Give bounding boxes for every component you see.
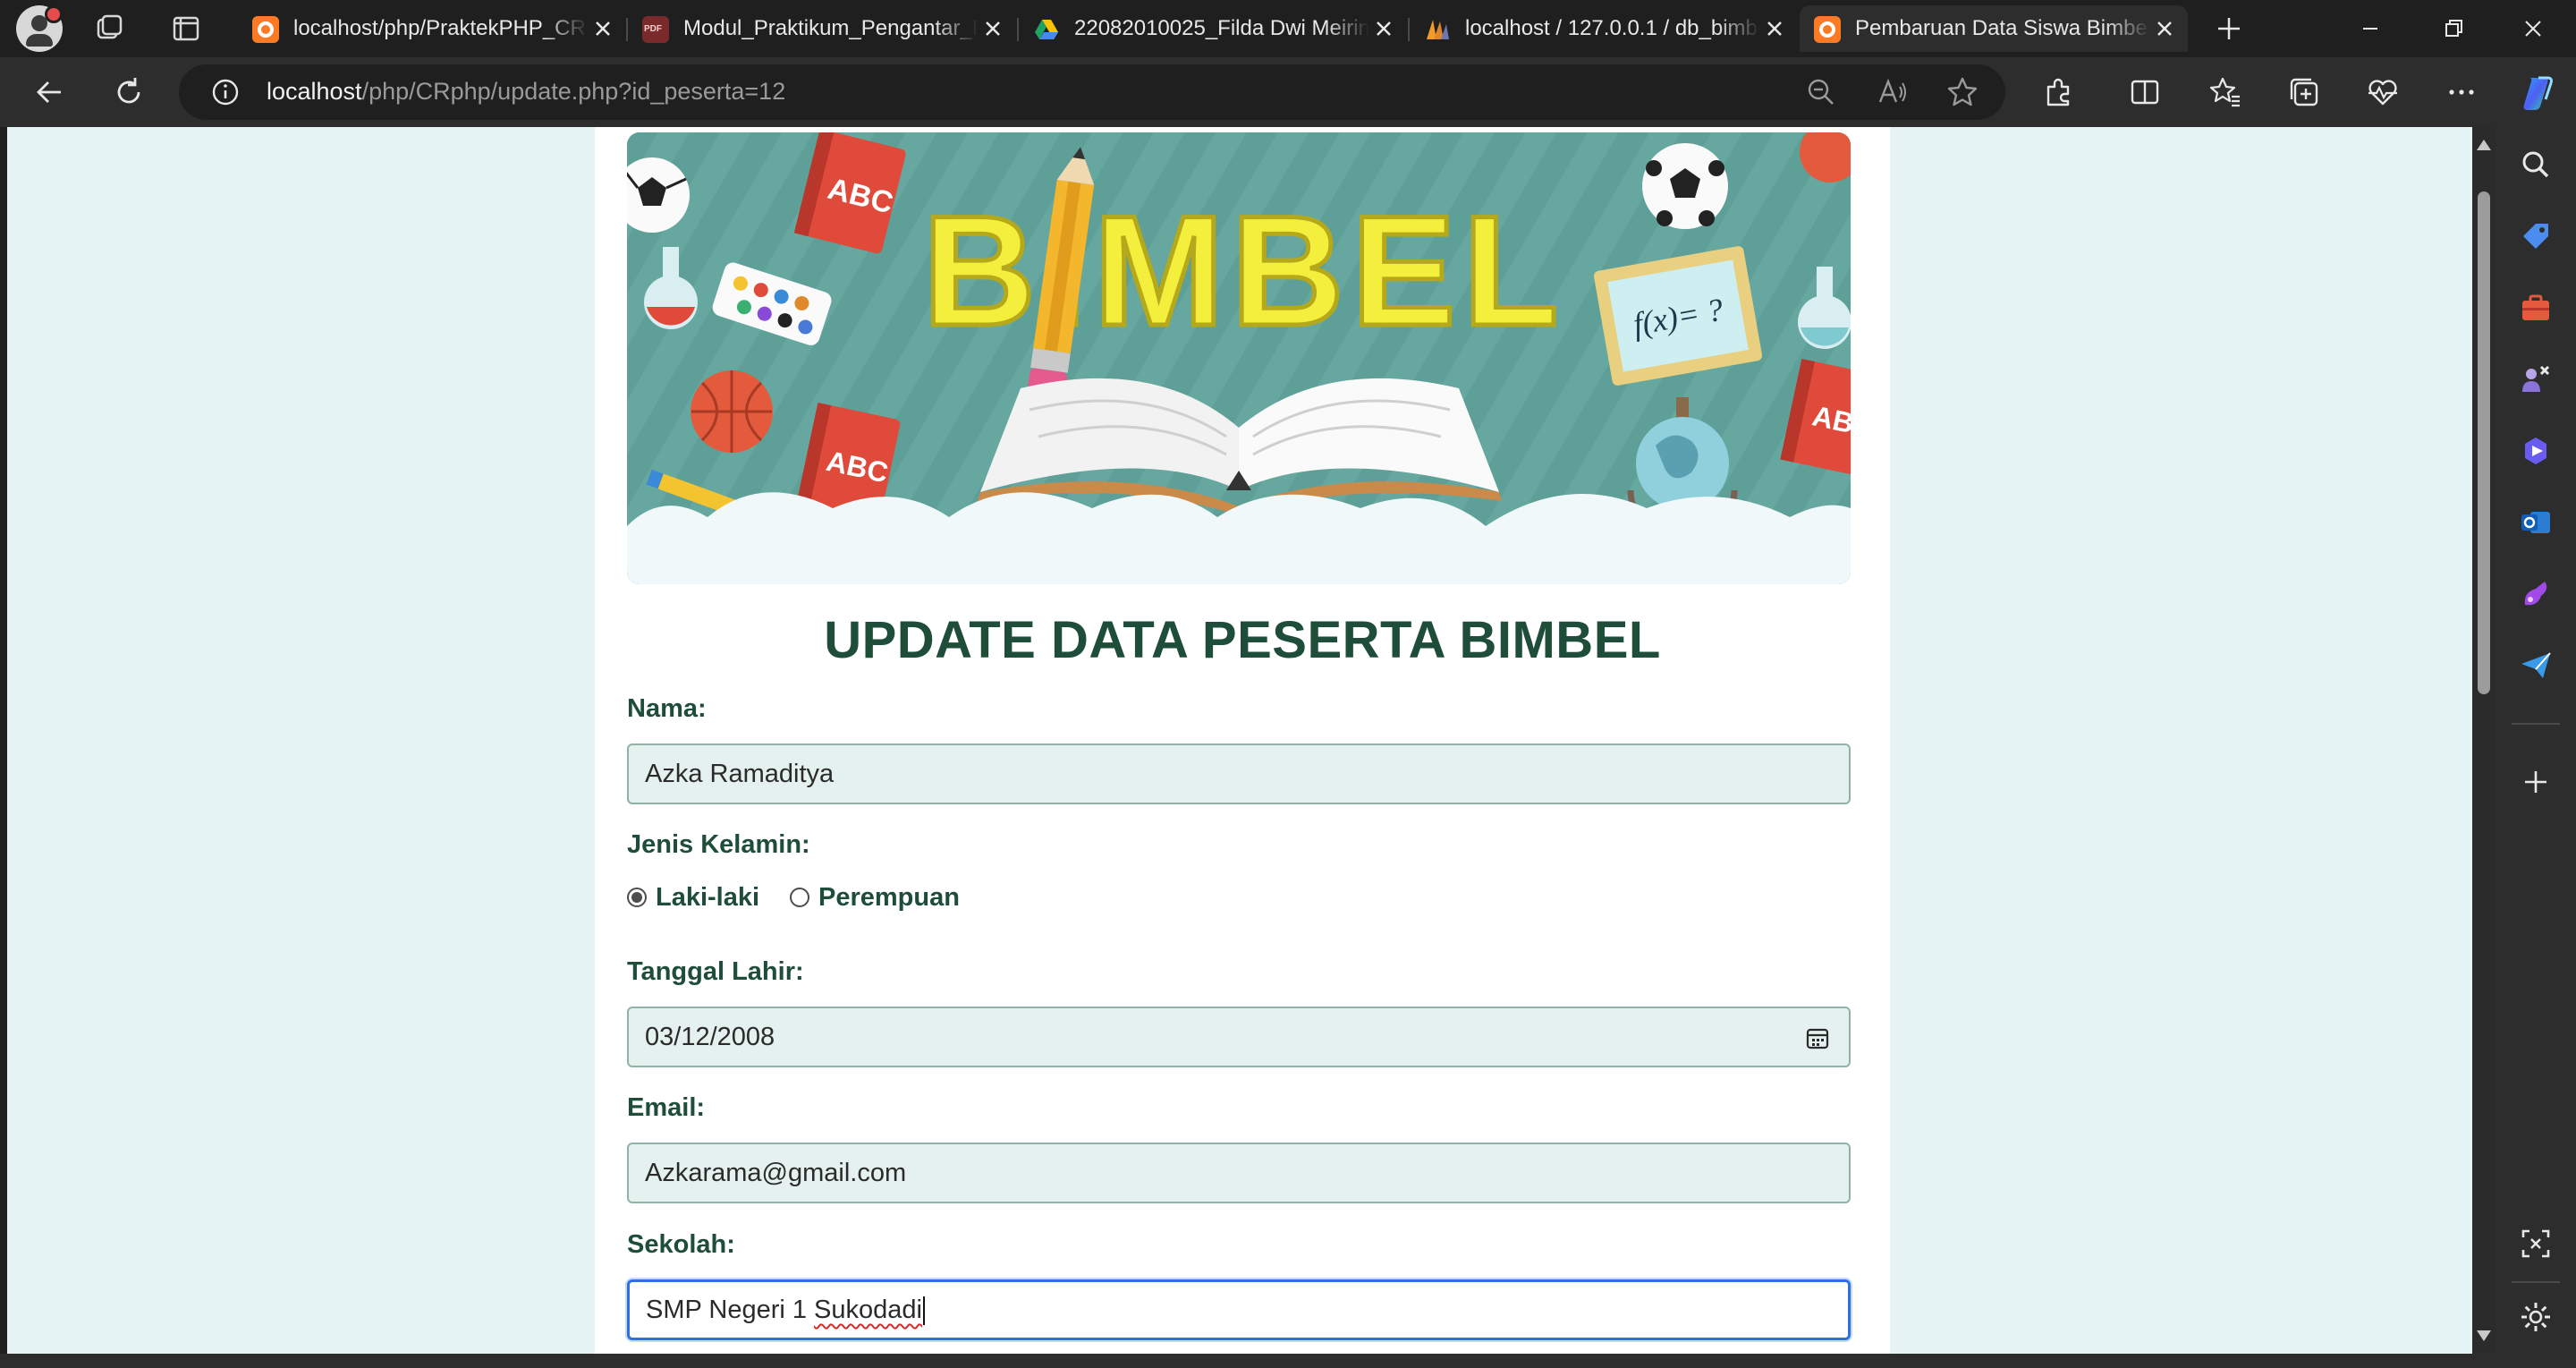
soccer-ball-icon	[1642, 143, 1728, 229]
address-bar[interactable]: localhost/php/CRphp/update.php?id_pesert…	[179, 64, 2005, 120]
zoom-out-icon[interactable]	[1803, 74, 1839, 110]
close-icon[interactable]	[1762, 16, 1787, 41]
tanggal-lahir-value: 03/12/2008	[645, 1023, 775, 1051]
copilot-app-icon[interactable]	[2518, 433, 2554, 469]
search-icon[interactable]	[2518, 147, 2554, 183]
games-icon[interactable]	[2518, 361, 2554, 397]
split-screen-icon[interactable]	[2127, 74, 2163, 110]
back-icon[interactable]	[32, 74, 68, 110]
page-viewport[interactable]: ABC ABC ABC BIMBEL f(x)= ? UPDATE DATA P…	[7, 127, 2472, 1354]
text-caret	[922, 1296, 925, 1326]
favorite-star-icon[interactable]	[1945, 74, 1980, 110]
minimize-icon[interactable]	[2327, 0, 2413, 57]
xampp-icon	[252, 16, 279, 43]
radio-laki-laki-label[interactable]: Laki-laki	[656, 883, 759, 913]
radio-perempuan[interactable]	[790, 888, 809, 907]
site-info-icon[interactable]	[208, 74, 243, 110]
radio-laki-laki[interactable]	[627, 888, 647, 907]
new-tab-icon[interactable]	[2213, 13, 2245, 45]
add-sidebar-app-icon[interactable]	[2518, 764, 2554, 800]
form-card: ABC ABC ABC BIMBEL f(x)= ? UPDATE DATA P…	[595, 127, 1890, 1354]
google-drive-icon	[1035, 20, 1058, 39]
close-icon[interactable]	[2152, 16, 2177, 41]
browser-tab[interactable]: localhost / 127.0.0.1 / db_bimbel	[1410, 5, 1798, 52]
more-options-icon[interactable]	[2444, 74, 2479, 110]
restore-icon[interactable]	[2410, 0, 2496, 57]
vertical-scrollbar[interactable]	[2472, 127, 2496, 1354]
shopping-tag-icon[interactable]	[2518, 218, 2554, 254]
nama-label: Nama:	[627, 694, 707, 723]
close-icon[interactable]	[980, 16, 1005, 41]
window-bottom-edge	[0, 1354, 2496, 1368]
jenis-kelamin-label: Jenis Kelamin:	[627, 830, 810, 859]
url-text[interactable]: localhost/php/CRphp/update.php?id_pesert…	[267, 78, 785, 106]
collections-icon[interactable]	[2286, 74, 2322, 110]
copilot-icon[interactable]	[2517, 72, 2558, 114]
sekolah-input[interactable]: SMP Negeri 1 Sukodadi	[627, 1279, 1851, 1340]
sidebar-divider	[2512, 723, 2560, 725]
radio-perempuan-label[interactable]: Perempuan	[818, 883, 960, 913]
browser-tab[interactable]: localhost/php/PraktekPHP_CRUD	[238, 5, 626, 52]
outlook-icon[interactable]	[2518, 505, 2554, 540]
browser-essentials-icon[interactable]	[2365, 74, 2401, 110]
pdf-icon	[642, 16, 669, 43]
tanggal-lahir-input[interactable]: 03/12/2008	[627, 1007, 1851, 1067]
sekolah-label: Sekolah:	[627, 1230, 735, 1259]
sidebar-divider	[2512, 1281, 2560, 1283]
scrollbar-thumb[interactable]	[2478, 191, 2490, 694]
profile-avatar[interactable]	[16, 5, 63, 52]
browser-tab[interactable]: Modul_Praktikum_Pengantar_Pemrograman	[628, 5, 1016, 52]
page-title: UPDATE DATA PESERTA BIMBEL	[824, 611, 1661, 669]
tools-briefcase-icon[interactable]	[2518, 290, 2554, 326]
designer-icon[interactable]	[2518, 576, 2554, 612]
sekolah-value: SMP Negeri 1	[646, 1296, 815, 1324]
close-icon[interactable]	[1371, 16, 1396, 41]
edge-sidebar	[2496, 127, 2576, 1368]
extensions-icon[interactable]	[2041, 74, 2077, 110]
read-aloud-icon[interactable]	[1875, 74, 1911, 110]
bimbel-banner-illustration: ABC ABC ABC BIMBEL f(x)= ?	[627, 132, 1851, 584]
xampp-icon	[1814, 16, 1841, 43]
settings-gear-icon[interactable]	[2518, 1299, 2554, 1335]
calendar-icon[interactable]	[1806, 1026, 1829, 1049]
tab-actions-icon[interactable]	[170, 13, 202, 45]
bimbel-banner: ABC ABC ABC BIMBEL f(x)= ?	[627, 132, 1851, 584]
sekolah-value-misspelled: Sukodadi	[814, 1296, 922, 1324]
phpmyadmin-icon	[1427, 20, 1449, 39]
close-window-icon[interactable]	[2490, 0, 2576, 57]
scroll-up-arrow-icon[interactable]	[2477, 140, 2491, 150]
svg-text:BIMBEL: BIMBEL	[923, 184, 1566, 359]
workspaces-icon[interactable]	[93, 13, 125, 45]
send-icon[interactable]	[2518, 648, 2554, 684]
scroll-down-arrow-icon[interactable]	[2477, 1330, 2491, 1341]
browser-tab[interactable]: 22082010025_Filda Dwi Meirina	[1019, 5, 1407, 52]
tab-strip: localhost/php/PraktekPHP_CRUD Modul_Prak…	[0, 0, 2576, 57]
nama-input[interactable]: Azka Ramaditya	[627, 743, 1851, 804]
email-input[interactable]: Azkarama@gmail.com	[627, 1143, 1851, 1203]
address-toolbar: localhost/php/CRphp/update.php?id_pesert…	[0, 57, 2576, 127]
favorites-icon[interactable]	[2207, 74, 2243, 110]
browser-tab-active[interactable]: Pembaruan Data Siswa Bimbel	[1800, 5, 2188, 52]
refresh-icon[interactable]	[111, 74, 147, 110]
tanggal-lahir-label: Tanggal Lahir:	[627, 957, 804, 986]
close-icon[interactable]	[590, 16, 615, 41]
screenshot-capture-icon[interactable]	[2518, 1226, 2554, 1262]
basketball-icon	[691, 370, 773, 453]
email-label: Email:	[627, 1093, 706, 1122]
